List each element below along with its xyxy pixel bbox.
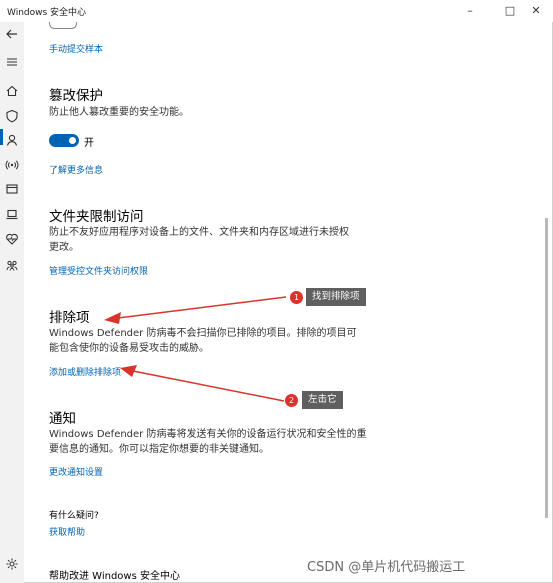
get-help-link[interactable]: 获取帮助	[49, 525, 85, 538]
minimize-button[interactable]: –	[454, 2, 486, 20]
learn-more-link[interactable]: 了解更多信息	[49, 163, 103, 176]
exclusions-title: 排除项	[49, 310, 90, 326]
nav-selected-indicator	[0, 129, 3, 145]
callout-2-label: 左击它	[302, 391, 343, 409]
settings-content: 手动提交样本 篡改保护 防止他人篡改重要的安全功能。 开 了解更多信息 文件夹限…	[24, 22, 538, 583]
manage-folder-access-link[interactable]: 管理受控文件夹访问权限	[49, 264, 148, 277]
exclusions-desc: Windows Defender 防病毒不会扫描你已排除的项目。排除的项目可能包…	[49, 328, 357, 354]
scrollbar[interactable]	[545, 22, 549, 574]
heart-health-icon[interactable]	[5, 232, 19, 246]
wifi-antenna-icon[interactable]	[5, 158, 19, 172]
partial-toggle[interactable]	[49, 22, 77, 29]
nav-rail	[0, 22, 24, 583]
callout-2-badge: 2	[285, 394, 298, 407]
shield-icon[interactable]	[5, 109, 19, 123]
tamper-title: 篡改保护	[49, 88, 103, 104]
account-person-icon[interactable]	[5, 133, 19, 147]
folder-title: 文件夹限制访问	[49, 209, 144, 225]
improve-title: 帮助改进 Windows 安全中心	[49, 571, 180, 582]
window-title: Windows 安全中心	[7, 8, 87, 18]
settings-gear-icon[interactable]	[5, 557, 19, 571]
hamburger-menu-icon[interactable]	[5, 55, 19, 69]
family-icon[interactable]	[5, 258, 19, 272]
folder-desc: 防止不友好应用程序对设备上的文件、文件夹和内存区域进行未授权更改。	[49, 227, 349, 253]
title-bar: Windows 安全中心 – □ ✕	[0, 0, 553, 22]
notify-title: 通知	[49, 411, 76, 427]
tamper-toggle[interactable]	[49, 134, 79, 147]
tamper-desc: 防止他人篡改重要的安全功能。	[49, 107, 189, 118]
tamper-toggle-state: 开	[84, 138, 94, 149]
toggle-knob	[69, 137, 76, 144]
watermark-text: CSDN @单片机代码搬运工	[307, 560, 466, 575]
help-title: 有什么疑问?	[49, 511, 99, 521]
callout-1-badge: 1	[290, 291, 303, 304]
back-arrow-icon[interactable]	[5, 27, 19, 41]
change-notify-settings-link[interactable]: 更改通知设置	[49, 465, 103, 478]
close-button[interactable]: ✕	[520, 2, 552, 20]
submit-sample-link[interactable]: 手动提交样本	[49, 42, 103, 55]
laptop-device-icon[interactable]	[5, 207, 19, 221]
notify-desc: Windows Defender 防病毒将发送有关你的设备运行状况和安全性的重要…	[49, 429, 367, 455]
home-icon[interactable]	[5, 84, 19, 98]
scroll-thumb[interactable]	[545, 218, 548, 518]
callout-1-label: 找到排除项	[306, 288, 366, 306]
app-browser-icon[interactable]	[5, 182, 19, 196]
add-remove-exclusions-link[interactable]: 添加或删除排除项	[49, 365, 121, 378]
